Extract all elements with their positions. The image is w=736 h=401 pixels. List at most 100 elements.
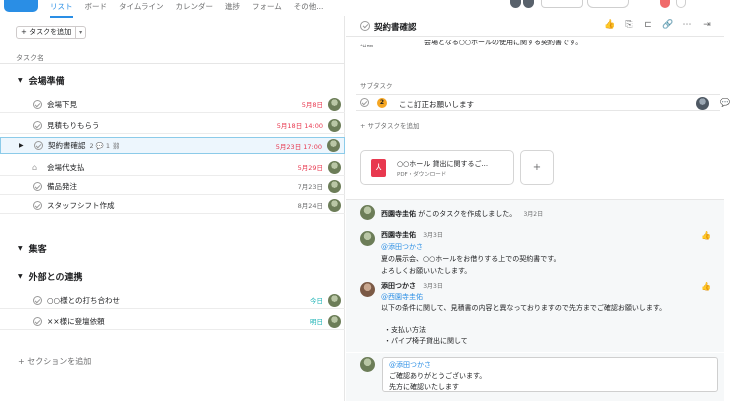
link-icon[interactable]: 🔗 — [662, 20, 673, 30]
search-field[interactable] — [587, 0, 629, 8]
assignee-avatar[interactable] — [328, 160, 341, 174]
section-name[interactable]: 外部との連携 — [29, 270, 83, 283]
detail-task-title[interactable]: 契約書確認 — [374, 21, 417, 33]
comment-like-icon[interactable]: 👍 — [701, 282, 711, 291]
assignee-avatar[interactable] — [328, 314, 341, 328]
task-row[interactable]: ⌂ 会場代支払 5月29日 — [0, 159, 345, 176]
close-pane-icon[interactable]: ⇥ — [702, 20, 712, 30]
task-row[interactable]: スタッフシフト作成 8月24日 — [0, 197, 345, 214]
section-header[interactable]: ▼ 会場準備 — [18, 74, 65, 87]
complete-task-icon[interactable] — [360, 21, 370, 31]
member-avatars[interactable] — [510, 0, 536, 10]
draft-mention[interactable]: @添田つかさ — [389, 360, 431, 370]
collapse-section-icon[interactable]: ▼ — [18, 77, 23, 84]
attachment-name[interactable]: ○○ホール 貸出に関するご... — [397, 159, 488, 169]
task-check-icon[interactable] — [34, 141, 43, 150]
due-date[interactable]: 8月24日 — [298, 200, 323, 210]
task-row[interactable]: ○○様との打ち合わせ 今日 — [0, 292, 345, 309]
section-header[interactable]: ▼ 外部との連携 — [18, 270, 83, 283]
assignee-avatar[interactable] — [327, 139, 340, 152]
tab-6[interactable]: その他... — [294, 0, 324, 16]
due-date[interactable]: 7月23日 — [298, 181, 323, 191]
due-date[interactable]: 5月18日 14:00 — [277, 120, 323, 130]
comment-like-icon[interactable]: 👍 — [701, 231, 711, 240]
task-row[interactable]: ××様に登壇依頼 明日 — [0, 313, 345, 330]
task-check-icon[interactable] — [33, 181, 42, 191]
attachment-meta[interactable]: PDF・ダウンロード — [397, 170, 446, 178]
subtask-check-icon[interactable] — [360, 98, 369, 107]
task-name[interactable]: スタッフシフト作成 — [47, 200, 115, 211]
add-section-button[interactable]: + セクションを追加 — [18, 356, 91, 367]
due-date[interactable]: 5月23日 17:00 — [276, 141, 322, 151]
account-avatar[interactable] — [676, 0, 686, 8]
tab-2[interactable]: タイムライン — [119, 0, 163, 16]
comment-input[interactable]: @添田つかさ ご確認ありがとうございます。 先方に確認いたします — [382, 357, 718, 392]
attachment-card[interactable]: ⅄ ○○ホール 貸出に関するご... PDF・ダウンロード — [360, 150, 514, 185]
due-date[interactable]: 今日 — [310, 295, 323, 305]
comment-composer: @添田つかさ ご確認ありがとうございます。 先方に確認いたします — [346, 353, 724, 401]
assignee-avatar[interactable] — [328, 118, 341, 132]
task-row[interactable]: 備品発注 7月23日 — [0, 178, 345, 195]
task-name[interactable]: 会場下見 — [47, 99, 77, 110]
add-task-dropdown-icon[interactable]: ▾ — [76, 26, 87, 39]
task-row[interactable]: ▶ 契約書確認 2 💬 1 ⛓ 5月23日 17:00 — [0, 137, 345, 154]
expand-subtasks-icon[interactable]: ▶ — [19, 142, 24, 149]
task-name[interactable]: 会場代支払 — [47, 162, 85, 173]
comment-mention[interactable]: @西園寺圭佑 — [381, 292, 423, 302]
draft-text-line: ご確認ありがとうございます。 — [389, 372, 487, 380]
task-name[interactable]: ○○様との打ち合わせ — [47, 295, 120, 306]
add-task-button[interactable]: + タスクを追加 — [16, 26, 77, 39]
list-toolbar: + タスクを追加 ▾ — [16, 26, 87, 39]
task-row[interactable]: 会場下見 5月8日 — [0, 96, 345, 113]
task-row[interactable]: 見積もりもらう 5月18日 14:00 — [0, 117, 345, 134]
subtask-assignee-avatar[interactable] — [696, 97, 709, 110]
notification-icon[interactable] — [660, 0, 670, 8]
task-name[interactable]: 見積もりもらう — [47, 120, 100, 131]
task-check-icon[interactable] — [33, 316, 42, 326]
task-check-icon[interactable] — [33, 120, 42, 130]
share-button[interactable] — [541, 0, 583, 8]
draft-text-line: 先方に確認いたします — [389, 383, 459, 391]
approval-task-icon[interactable]: ⌂ — [32, 163, 37, 172]
tab-5[interactable]: フォーム — [252, 0, 282, 16]
section-header[interactable]: ▼ 集客 — [18, 242, 47, 255]
subtask-name[interactable]: ここ訂正お願いします — [399, 99, 474, 110]
app-window: リスト ボード タイムライン カレンダー 進捗 フォーム その他... + タスクを追加 ▾… — [0, 0, 736, 401]
like-icon[interactable]: 👍 — [604, 20, 615, 30]
assignee-avatar[interactable] — [328, 198, 341, 212]
subtask-row[interactable]: 2 ここ訂正お願いします 💬 — [356, 94, 730, 111]
comment-text-line: 夏の展示会、○○ホールをお借りする上での契約書です。 — [381, 255, 561, 263]
add-attachment-button[interactable]: + — [520, 150, 554, 185]
tab-3[interactable]: カレンダー — [175, 0, 213, 16]
task-check-icon[interactable] — [33, 295, 42, 305]
due-date[interactable]: 5月8日 — [302, 99, 323, 109]
column-divider — [0, 63, 344, 64]
attachment-icon[interactable]: ⎘ — [624, 20, 634, 30]
app-logo[interactable] — [4, 0, 38, 12]
add-subtask-button[interactable]: + サブタスクを追加 — [360, 120, 420, 130]
tab-0[interactable]: リスト — [50, 0, 73, 18]
task-name[interactable]: ××様に登壇依頼 — [47, 316, 105, 327]
task-name[interactable]: 備品発注 — [47, 181, 77, 192]
subtask-icon[interactable]: ⊏ — [643, 20, 653, 30]
collapse-section-icon[interactable]: ▼ — [18, 273, 23, 280]
task-name-column-header[interactable]: タスク名 — [16, 53, 44, 63]
assignee-avatar[interactable] — [328, 97, 341, 111]
due-date[interactable]: 5月29日 — [298, 162, 323, 172]
subtask-comment-icon[interactable]: 💬 — [720, 98, 730, 107]
collapse-section-icon[interactable]: ▼ — [18, 245, 23, 252]
tab-4[interactable]: 進捗 — [225, 0, 240, 16]
task-check-icon[interactable] — [33, 99, 42, 109]
section-name[interactable]: 会場準備 — [29, 74, 65, 87]
task-check-icon[interactable] — [33, 200, 42, 210]
project-nav-tabs: リスト ボード タイムライン カレンダー 進捗 フォーム その他... — [50, 0, 324, 18]
task-name[interactable]: 契約書確認 2 💬 1 ⛓ — [48, 140, 120, 151]
due-date[interactable]: 明日 — [310, 316, 323, 326]
assignee-avatar[interactable] — [328, 179, 341, 193]
tab-1[interactable]: ボード — [85, 0, 108, 16]
comment-mention[interactable]: @添田つかさ — [381, 242, 423, 252]
assignee-avatar[interactable] — [328, 293, 341, 307]
section-name[interactable]: 集客 — [29, 242, 47, 255]
description-text[interactable]: 会場となる○○ホールの使用に関する契約書です。 — [424, 40, 582, 48]
more-icon[interactable]: ⋯ — [682, 20, 692, 30]
